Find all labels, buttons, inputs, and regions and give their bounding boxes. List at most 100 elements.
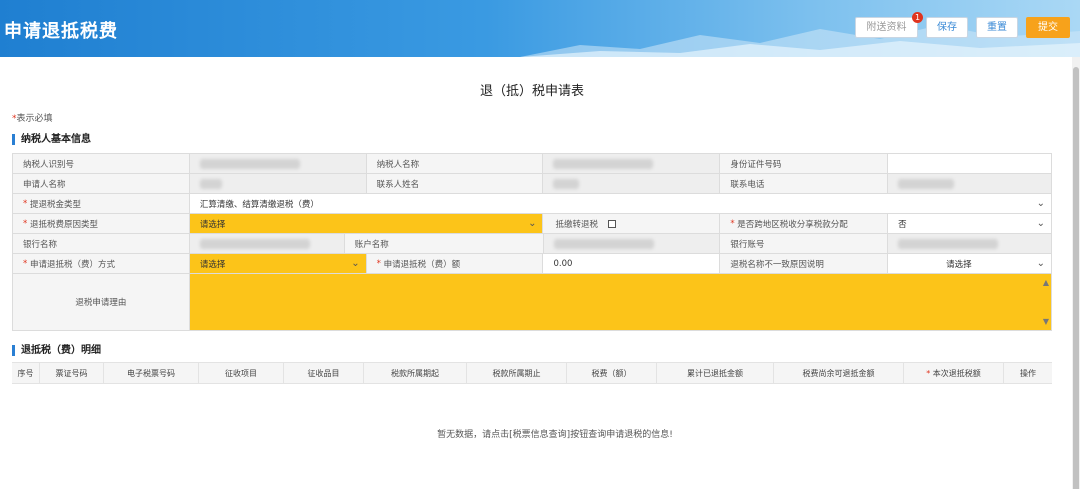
- col-header-e-ticket-no: 电子税票号码: [104, 363, 199, 383]
- scrollbar-thumb[interactable]: [1073, 67, 1079, 489]
- col-header-ticket-no: 票证号码: [40, 363, 104, 383]
- reset-button[interactable]: 重置: [976, 17, 1018, 38]
- scroll-down-icon[interactable]: ▼: [1043, 317, 1049, 326]
- offset-to-refund-cell: 抵缴转退税: [543, 214, 721, 233]
- chevron-down-icon: ⌄: [351, 258, 360, 269]
- applicant-name-value: [189, 174, 367, 193]
- refund-amount-input[interactable]: 0.00: [543, 254, 721, 273]
- offset-to-refund-checkbox[interactable]: [608, 219, 616, 228]
- col-header-actions: 操作: [1020, 368, 1036, 378]
- col-header-period-end: 税款所属期止: [467, 363, 567, 383]
- submit-button[interactable]: 提交: [1026, 17, 1070, 38]
- col-header-accumulated-refund: 累计已退抵金额: [657, 363, 774, 383]
- empty-table-message: 暂无数据，请点击[税票信息查询]按钮查询申请退税的信息!: [437, 430, 673, 440]
- refund-method-label: * 申请退抵税（费）方式: [13, 254, 190, 273]
- contact-name-value: [543, 174, 721, 193]
- account-name-value: [543, 234, 721, 253]
- col-header-current-refund: * 本次退抵税额: [904, 363, 1004, 383]
- id-number-label: 身份证件号码: [720, 154, 889, 173]
- vertical-scrollbar[interactable]: [1072, 57, 1080, 489]
- refund-amount-label-text: 申请退抵税（费）额: [383, 259, 461, 270]
- redacted-value: [553, 158, 654, 169]
- redacted-value: [553, 178, 580, 189]
- bank-account-value: [888, 234, 1053, 253]
- name-mismatch-reason-label: 退税名称不一致原因说明: [720, 254, 889, 273]
- required-note-text: 表示必填: [16, 114, 53, 124]
- attach-documents-button[interactable]: 附送资料: [855, 17, 918, 38]
- redacted-value: [898, 238, 999, 249]
- required-star: *: [23, 258, 28, 269]
- required-note: *表示必填: [12, 111, 53, 124]
- col-header-period-start: 税款所属期起: [364, 363, 467, 383]
- taxpayer-name-label: 纳税人名称: [366, 154, 544, 173]
- cross-region-value: 否: [898, 219, 907, 230]
- contact-phone-value: [888, 174, 1052, 193]
- col-header-levy-category: 征收品目: [284, 363, 364, 383]
- col-header-tax-amount: 税费（额）: [567, 363, 657, 383]
- required-star: *: [23, 198, 28, 209]
- form-row: * 申请退抵税（费）方式 请选择 ⌄ * 申请退抵税（费）额 0.00 退税名称不…: [13, 254, 1053, 274]
- cross-region-label-text: 是否跨地区税收分享税款分配: [737, 219, 848, 230]
- account-name-label: 账户名称: [344, 234, 544, 253]
- required-star: *: [23, 218, 28, 229]
- form-row: 申请人名称 联系人姓名 联系电话: [13, 174, 1052, 194]
- refund-reason-type-label: * 退抵税费原因类型: [13, 214, 190, 233]
- refund-type-value: 汇算清缴、结算清缴退税（费）: [199, 199, 319, 210]
- refund-reason-label: 退税申请理由: [13, 274, 190, 330]
- basic-info-form: 纳税人识别号 纳税人名称 身份证件号码 申请人名称 联系人姓名 联系电话 * 提…: [12, 153, 1053, 331]
- scroll-up-icon[interactable]: ▲: [1043, 278, 1049, 287]
- page-header: 申请退抵税费: [0, 0, 1080, 57]
- cross-region-select[interactable]: 否 ⌄: [888, 214, 1052, 233]
- chevron-down-icon: ⌄: [1036, 258, 1046, 269]
- taxpayer-id-label: 纳税人识别号: [13, 154, 190, 173]
- bank-name-label: 银行名称: [13, 234, 190, 253]
- redacted-value: [898, 178, 955, 189]
- contact-name-label: 联系人姓名: [366, 174, 544, 193]
- col-header-remaining-refundable: 税费尚余可退抵金额: [774, 363, 904, 383]
- name-mismatch-reason-value: 请选择: [946, 259, 972, 270]
- section-refund-detail: 退抵税（费）明细: [12, 345, 101, 356]
- save-button[interactable]: 保存: [926, 17, 968, 38]
- id-number-value: [888, 154, 1052, 173]
- form-row: 银行名称 账户名称 银行账号: [13, 234, 1053, 254]
- chevron-down-icon: ⌄: [1036, 218, 1045, 229]
- required-star: *: [730, 218, 735, 229]
- refund-type-label: * 提退税金类型: [13, 194, 190, 213]
- section-basic-info: 纳税人基本信息: [12, 134, 91, 145]
- refund-method-select[interactable]: 请选择 ⌄: [189, 254, 367, 273]
- redacted-value: [553, 238, 654, 249]
- redacted-value: [199, 158, 300, 169]
- taxpayer-id-value: [189, 154, 367, 173]
- refund-reason-type-label-text: 退抵税费原因类型: [29, 219, 98, 230]
- redacted-value: [199, 178, 222, 189]
- refund-reason-type-value: 请选择: [199, 219, 226, 230]
- form-title: 退（抵）税申请表: [479, 84, 584, 99]
- contact-phone-label: 联系电话: [720, 174, 889, 193]
- form-row: * 提退税金类型 汇算清缴、结算清缴退税（费） ⌄: [13, 194, 1052, 214]
- cross-region-label: * 是否跨地区税收分享税款分配: [720, 214, 889, 233]
- form-row: * 退抵税费原因类型 请选择 ⌄ 抵缴转退税 * 是否跨地区税收分享税款分配 否 ⌄: [13, 214, 1052, 234]
- taxpayer-name-value: [543, 154, 721, 173]
- refund-method-label-text: 申请退抵税（费）方式: [29, 259, 115, 270]
- col-header-index: 序号: [12, 363, 40, 383]
- bank-name-value: [189, 234, 345, 253]
- chevron-down-icon: ⌄: [1036, 198, 1045, 209]
- refund-detail-table-header: 序号 票证号码 电子税票号码 征收项目 征收品目 税款所属期起 税款所属期止 税…: [12, 362, 1052, 384]
- bank-account-label: 银行账号: [720, 234, 889, 253]
- redacted-value: [199, 238, 310, 249]
- refund-amount-label: * 申请退抵税（费）额: [366, 254, 544, 273]
- col-header-levy-item: 征收项目: [199, 363, 284, 383]
- name-mismatch-reason-select[interactable]: 请选择 ⌄: [888, 254, 1053, 273]
- form-row: 纳税人识别号 纳税人名称 身份证件号码: [13, 154, 1052, 174]
- applicant-name-label: 申请人名称: [13, 174, 190, 193]
- refund-reason-textarea[interactable]: ▲ ▼: [189, 274, 1052, 330]
- refund-reason-type-select[interactable]: 请选择 ⌄: [189, 214, 544, 233]
- required-star: *: [926, 368, 931, 378]
- refund-type-select[interactable]: 汇算清缴、结算清缴退税（费） ⌄: [189, 194, 1052, 213]
- notification-badge: 1: [912, 12, 923, 23]
- refund-type-label-text: 提退税金类型: [29, 199, 81, 210]
- page-title: 申请退抵税费: [4, 21, 118, 42]
- form-row: 退税申请理由 ▲ ▼: [13, 274, 1052, 331]
- col-header-current-refund-text: 本次退抵税额: [932, 368, 981, 378]
- offset-to-refund-label: 抵缴转退税: [555, 219, 598, 230]
